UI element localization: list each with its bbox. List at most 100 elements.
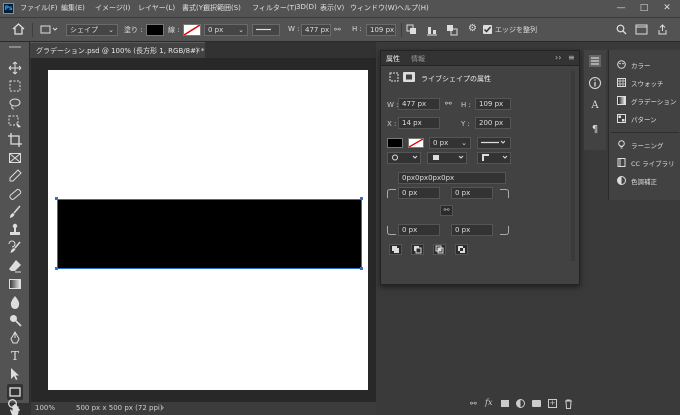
crop-tool-icon[interactable] bbox=[7, 132, 23, 148]
clone-stamp-tool-icon[interactable] bbox=[7, 222, 23, 238]
menu-file[interactable]: ファイル(F) bbox=[20, 3, 58, 13]
fill-swatch[interactable] bbox=[146, 24, 164, 36]
marquee-tool-icon[interactable] bbox=[7, 78, 23, 94]
rectangle-shape[interactable] bbox=[57, 199, 362, 269]
prop-stroke-type-select[interactable] bbox=[477, 137, 511, 149]
brush-tool-icon[interactable] bbox=[7, 204, 23, 220]
path-selection-tool-icon[interactable] bbox=[7, 366, 23, 382]
fx-icon[interactable]: fx bbox=[485, 398, 492, 407]
tab-properties[interactable]: 属性 bbox=[386, 54, 400, 64]
menu-help[interactable]: ヘルプ(H) bbox=[397, 3, 429, 13]
path-subtract-icon[interactable] bbox=[411, 244, 424, 255]
link-icon[interactable]: ⚯ bbox=[334, 25, 341, 34]
link-icon[interactable]: ⚯ bbox=[445, 99, 452, 108]
home-icon[interactable] bbox=[12, 23, 25, 35]
menu-filter[interactable]: フィルター(T) bbox=[252, 3, 297, 13]
stroke-swatch[interactable] bbox=[183, 24, 201, 36]
rectangle-tool-preset-icon[interactable] bbox=[40, 24, 58, 35]
path-arrangement-icon[interactable] bbox=[446, 24, 458, 36]
stroke-corners-select[interactable] bbox=[477, 152, 511, 164]
new-group-icon[interactable] bbox=[532, 400, 541, 407]
properties-panel-header: 属性 情報 ›› ≡ bbox=[381, 51, 579, 66]
tab-info[interactable]: 情報 bbox=[411, 54, 425, 64]
object-selection-tool-icon[interactable] bbox=[7, 114, 23, 130]
path-intersect-icon[interactable] bbox=[433, 244, 446, 255]
toolbar-grip[interactable] bbox=[9, 46, 21, 48]
radius-top-left-field[interactable]: 0 px bbox=[398, 187, 440, 199]
collapse-icon[interactable]: ›› bbox=[555, 53, 561, 62]
menu-image[interactable]: イメージ(I) bbox=[95, 3, 130, 13]
menu-3d[interactable]: 3D(D) bbox=[296, 3, 317, 11]
blur-tool-icon[interactable] bbox=[7, 294, 23, 310]
prop-stroke-swatch[interactable] bbox=[408, 138, 424, 148]
zoom-tool-icon[interactable] bbox=[7, 398, 21, 412]
new-layer-icon[interactable]: + bbox=[548, 399, 557, 408]
path-unite-icon[interactable] bbox=[389, 244, 402, 255]
menu-window[interactable]: ウィンドウ(W) bbox=[350, 3, 397, 13]
prop-y-field[interactable]: 200 px bbox=[475, 117, 511, 129]
transform-handle[interactable] bbox=[55, 197, 58, 200]
eraser-tool-icon[interactable] bbox=[7, 258, 23, 274]
move-tool-icon[interactable] bbox=[7, 60, 23, 76]
prop-stroke-width-field[interactable]: 0 px ⌄ bbox=[429, 137, 471, 149]
healing-brush-tool-icon[interactable] bbox=[7, 186, 23, 202]
gear-icon[interactable]: ⚙ bbox=[468, 23, 477, 34]
menu-edit[interactable]: 編集(E) bbox=[61, 3, 85, 13]
menu-layer[interactable]: レイヤー(L) bbox=[138, 3, 175, 13]
align-edges-checkbox[interactable] bbox=[483, 25, 492, 34]
properties-panel-icon[interactable] bbox=[588, 54, 602, 68]
transform-handle[interactable] bbox=[360, 197, 363, 200]
path-operations-icon[interactable] bbox=[406, 24, 418, 36]
radius-top-right-field[interactable]: 0 px bbox=[451, 187, 493, 199]
adjustment-layer-icon[interactable] bbox=[516, 399, 525, 408]
transform-handle[interactable] bbox=[55, 267, 58, 270]
close-tab-button[interactable]: × bbox=[195, 46, 201, 54]
add-mask-icon[interactable] bbox=[501, 400, 509, 407]
stroke-align-select[interactable] bbox=[387, 152, 421, 164]
stroke-caps-select[interactable] bbox=[427, 152, 467, 164]
maximize-button[interactable]: □ bbox=[633, 0, 655, 18]
eyedropper-tool-icon[interactable] bbox=[7, 168, 23, 184]
workspace-icon[interactable] bbox=[635, 24, 648, 35]
search-icon[interactable] bbox=[616, 24, 627, 35]
menu-view[interactable]: 表示(V) bbox=[320, 3, 344, 13]
document-size[interactable]: 500 px x 500 px (72 ppi) bbox=[76, 404, 163, 412]
frame-tool-icon[interactable] bbox=[7, 150, 23, 166]
gradient-tool-icon[interactable] bbox=[7, 276, 23, 292]
link-radius-icon[interactable]: ⚯ bbox=[440, 205, 453, 216]
document-tab[interactable]: グラデーション.psd @ 100% (長方形 1, RGB/8#) * × bbox=[30, 42, 205, 58]
zoom-level[interactable]: 100% bbox=[35, 404, 55, 412]
menu-select[interactable]: 選択範囲(S) bbox=[203, 3, 241, 13]
trash-icon[interactable] bbox=[564, 399, 573, 409]
type-tool-icon[interactable]: T bbox=[7, 348, 23, 364]
minimize-button[interactable]: — bbox=[610, 0, 632, 18]
transform-handle[interactable] bbox=[360, 267, 363, 270]
path-alignment-icon[interactable] bbox=[426, 24, 438, 36]
close-window-button[interactable]: ✕ bbox=[656, 0, 678, 18]
panel-menu-icon[interactable]: ≡ bbox=[568, 53, 575, 62]
stroke-width-field[interactable]: 0 px ⌄ bbox=[204, 24, 248, 36]
character-panel-icon[interactable]: A bbox=[588, 100, 602, 114]
stroke-type-select[interactable] bbox=[252, 24, 280, 36]
prop-x-field[interactable]: 14 px bbox=[398, 117, 440, 129]
radius-bottom-left-field[interactable]: 0 px bbox=[398, 224, 440, 236]
path-exclude-icon[interactable] bbox=[455, 244, 468, 255]
mode-select[interactable]: シェイプ ⌄ bbox=[66, 24, 118, 36]
height-field[interactable]: 109 px bbox=[366, 24, 396, 36]
share-icon[interactable] bbox=[657, 24, 668, 35]
dodge-tool-icon[interactable] bbox=[7, 312, 23, 328]
radius-bottom-right-field[interactable]: 0 px bbox=[451, 224, 493, 236]
scrollbar[interactable] bbox=[571, 71, 575, 261]
info-icon[interactable] bbox=[588, 76, 602, 90]
pen-tool-icon[interactable] bbox=[7, 330, 23, 346]
chevron-right-icon[interactable]: › bbox=[161, 403, 164, 412]
prop-height-field[interactable]: 109 px bbox=[475, 98, 511, 110]
paragraph-panel-icon[interactable]: ¶ bbox=[588, 124, 602, 138]
link-layers-icon[interactable]: ⚯ bbox=[470, 399, 477, 408]
width-field[interactable]: 477 px bbox=[301, 24, 331, 36]
lasso-tool-icon[interactable] bbox=[7, 96, 23, 112]
history-brush-tool-icon[interactable] bbox=[7, 240, 23, 256]
prop-width-field[interactable]: 477 px bbox=[398, 98, 440, 110]
prop-fill-swatch[interactable] bbox=[387, 138, 403, 148]
corner-radius-summary[interactable]: 0px0px0px0px bbox=[398, 172, 506, 184]
